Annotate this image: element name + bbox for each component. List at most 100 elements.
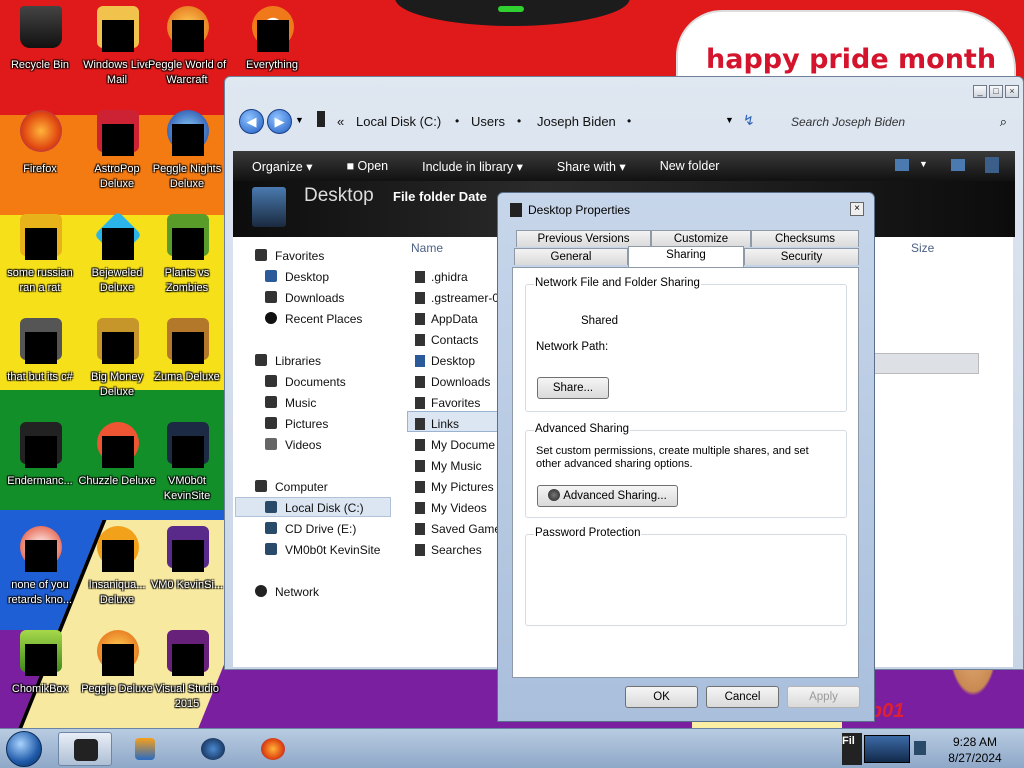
history-dropdown-icon[interactable]: ▼ — [295, 115, 304, 125]
clock[interactable]: 9:28 AM 8/27/2024 — [930, 734, 1020, 766]
tab-security[interactable]: Security — [744, 248, 859, 265]
new-folder-button[interactable]: New folder — [660, 159, 720, 173]
include-in-library-button[interactable]: Include in library ▾ — [422, 159, 523, 174]
nav-documents[interactable]: Documents — [285, 375, 346, 389]
nav-desktop[interactable]: Desktop — [285, 270, 329, 284]
network-tray-icon[interactable] — [914, 741, 926, 755]
tab-general[interactable]: General — [514, 248, 628, 265]
breadcrumb-overflow[interactable]: « — [337, 114, 344, 129]
file-row[interactable]: My Pictures — [415, 480, 494, 494]
file-row[interactable]: Links — [415, 417, 459, 431]
file-name: .gstreamer-0 — [431, 291, 500, 305]
desktop-icon-some-russian[interactable]: some russian ran a rat — [0, 208, 80, 308]
breadcrumb-separator-icon[interactable]: • — [627, 114, 631, 128]
share-with-button[interactable]: Share with ▾ — [557, 159, 626, 174]
start-button[interactable] — [6, 731, 42, 767]
taskbar-explorer[interactable] — [58, 732, 112, 766]
desktop-icon-insaniquarium[interactable]: Insaniqua... Deluxe — [77, 520, 157, 620]
nav-downloads[interactable]: Downloads — [285, 291, 344, 305]
nav-cd-drive[interactable]: CD Drive (E:) — [285, 522, 356, 536]
tab-checksums[interactable]: Checksums — [751, 230, 859, 247]
ok-button[interactable]: OK — [625, 686, 698, 708]
nav-libraries[interactable]: Libraries — [275, 354, 321, 368]
close-button[interactable]: × — [1005, 85, 1019, 98]
view-dropdown-icon[interactable]: ▼ — [919, 159, 928, 169]
file-row[interactable]: Downloads — [415, 375, 490, 389]
apply-button[interactable]: Apply — [787, 686, 860, 708]
nav-local-disk[interactable]: Local Disk (C:) — [285, 501, 364, 515]
desktop-icon-plants-vs-zombies[interactable]: Plants vs Zombies — [147, 208, 227, 308]
breadcrumb-joseph-biden[interactable]: Joseph Biden — [537, 114, 616, 129]
file-row[interactable]: My Docume — [415, 438, 495, 452]
maximize-button[interactable]: □ — [989, 85, 1003, 98]
organize-button[interactable]: Organize ▾ — [252, 159, 312, 174]
nav-videos[interactable]: Videos — [285, 438, 321, 452]
cancel-button[interactable]: Cancel — [706, 686, 779, 708]
desktop-icon-big-money[interactable]: Big Money Deluxe — [77, 312, 157, 412]
refresh-icon[interactable]: ↯ — [743, 112, 755, 129]
help-icon[interactable] — [985, 157, 999, 173]
desktop-icon-vm0-kevinsi[interactable]: VM0 KevinSi... — [147, 520, 227, 620]
forward-arrow-icon[interactable]: ▶ — [267, 109, 292, 134]
tab-sharing[interactable]: Sharing — [628, 246, 744, 267]
tray-label[interactable]: Fil — [842, 733, 862, 765]
nav-vm-kevinsite[interactable]: VM0b0t KevinSite — [285, 543, 380, 557]
preview-pane-icon[interactable] — [951, 159, 965, 171]
advanced-sharing-description: Set custom permissions, create multiple … — [536, 445, 809, 470]
tray-app-icon[interactable] — [864, 735, 910, 763]
desktop-icon-peggle-wow[interactable]: Peggle World of Warcraft — [147, 0, 227, 100]
file-row[interactable]: AppData — [415, 312, 478, 326]
file-row[interactable]: Saved Game — [415, 522, 501, 536]
breadcrumb-local-disk[interactable]: Local Disk (C:) — [356, 114, 441, 129]
file-row[interactable]: .ghidra — [415, 270, 468, 284]
minimize-button[interactable]: _ — [973, 85, 987, 98]
desktop-icon-none-of-you[interactable]: none of you retards kno... — [0, 520, 80, 620]
file-row[interactable]: Contacts — [415, 333, 478, 347]
tab-previous-versions[interactable]: Previous Versions — [516, 230, 651, 247]
taskbar-media-player[interactable] — [120, 732, 174, 766]
desktop-icon-windows-live-mail[interactable]: Windows Live Mail — [77, 0, 157, 100]
search-icon[interactable]: ⌕ — [1000, 114, 1007, 130]
desktop-icon-peggle-deluxe[interactable]: Peggle Deluxe — [77, 624, 157, 724]
address-dropdown-icon[interactable]: ▼ — [725, 115, 734, 125]
file-row[interactable]: .gstreamer-0 — [415, 291, 500, 305]
tab-customize[interactable]: Customize — [651, 230, 751, 247]
nav-recent-places[interactable]: Recent Places — [285, 312, 362, 326]
taskbar-firefox[interactable] — [246, 732, 300, 766]
column-header-size[interactable]: Size — [911, 241, 934, 255]
search-input[interactable]: Search Joseph Biden ⌕ — [775, 108, 1015, 136]
desktop-icon-chomikbox[interactable]: ChomikBox — [0, 624, 80, 724]
nav-pictures[interactable]: Pictures — [285, 417, 328, 431]
nav-computer[interactable]: Computer — [275, 480, 328, 494]
file-row[interactable]: My Videos — [415, 501, 487, 515]
breadcrumb-separator-icon[interactable]: • — [517, 114, 521, 128]
nav-music[interactable]: Music — [285, 396, 316, 410]
file-row[interactable]: My Music — [415, 459, 482, 473]
desktop-icon-astropop[interactable]: AstroPop Deluxe — [77, 104, 157, 204]
dialog-close-button[interactable]: × — [850, 202, 864, 216]
back-arrow-icon[interactable]: ◀ — [239, 109, 264, 134]
advanced-sharing-button[interactable]: Advanced Sharing... — [537, 485, 678, 507]
file-row[interactable]: Favorites — [415, 396, 480, 410]
breadcrumb-users[interactable]: Users — [471, 114, 505, 129]
file-row[interactable]: Desktop — [415, 354, 475, 368]
desktop-icon-peggle-nights[interactable]: Peggle Nights Deluxe — [147, 104, 227, 204]
file-row[interactable]: Searches — [415, 543, 482, 557]
desktop-icon-visual-studio[interactable]: Visual Studio 2015 — [147, 624, 227, 724]
view-options-icon[interactable] — [895, 159, 909, 171]
desktop-icon-bejeweled[interactable]: Bejeweled Deluxe — [77, 208, 157, 308]
nav-favorites[interactable]: Favorites — [275, 249, 324, 263]
desktop-icon-that-but-c[interactable]: that but its c# — [0, 312, 80, 412]
desktop-icon-zuma[interactable]: Zuma Deluxe — [147, 312, 227, 412]
column-header-name[interactable]: Name — [411, 241, 443, 255]
taskbar-app[interactable] — [186, 732, 240, 766]
desktop-icon-chuzzle[interactable]: Chuzzle Deluxe — [77, 416, 157, 516]
nav-network[interactable]: Network — [275, 585, 319, 599]
open-button[interactable]: ■ Open — [346, 159, 388, 173]
breadcrumb-separator-icon[interactable]: • — [455, 114, 459, 128]
desktop-icon-recycle-bin[interactable]: Recycle Bin — [0, 0, 80, 100]
desktop-icon-endermanc[interactable]: Endermanc... — [0, 416, 80, 516]
share-button[interactable]: Share... — [537, 377, 609, 399]
desktop-icon-vm0b0t-kevinsite[interactable]: VM0b0t KevinSite — [147, 416, 227, 516]
desktop-icon-firefox[interactable]: Firefox — [0, 104, 80, 204]
